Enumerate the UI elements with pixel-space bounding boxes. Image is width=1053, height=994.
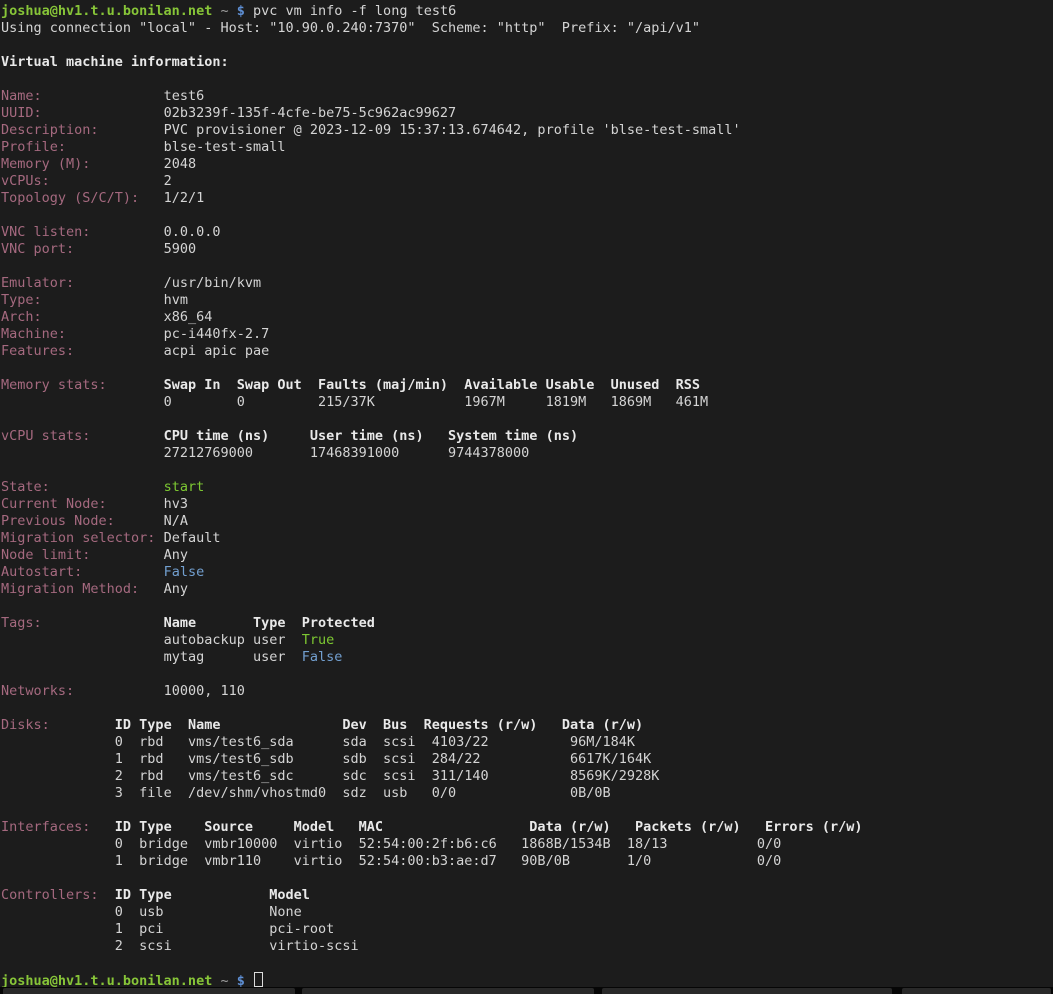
terminal-line (1, 870, 1053, 887)
terminal-line (1, 360, 1053, 377)
terminal-line: Name: test6 (1, 88, 1053, 105)
terminal-line (1, 802, 1053, 819)
taskbar-strip (0, 987, 1053, 994)
terminal-line: Type: hvm (1, 292, 1053, 309)
terminal-line (1, 207, 1053, 224)
terminal-line (1, 411, 1053, 428)
terminal-line: Features: acpi apic pae (1, 343, 1053, 360)
terminal-line (1, 462, 1053, 479)
terminal-line: VNC listen: 0.0.0.0 (1, 224, 1053, 241)
terminal-line (1, 71, 1053, 88)
terminal-line: Interfaces: ID Type Source Model MAC Dat… (1, 819, 1053, 836)
terminal-line: Disks: ID Type Name Dev Bus Requests (r/… (1, 717, 1053, 734)
terminal-line: 0 0 215/37K 1967M 1819M 1869M 461M (1, 394, 1053, 411)
terminal-line: 1 bridge vmbr110 virtio 52:54:00:b3:ae:d… (1, 853, 1053, 870)
terminal-line: 3 file /dev/shm/vhostmd0 sdz usb 0/0 0B/… (1, 785, 1053, 802)
terminal-line: autobackup user True (1, 632, 1053, 649)
taskbar-item[interactable] (902, 988, 1051, 994)
terminal-line: Emulator: /usr/bin/kvm (1, 275, 1053, 292)
terminal-line: Tags: Name Type Protected (1, 615, 1053, 632)
terminal-line: Machine: pc-i440fx-2.7 (1, 326, 1053, 343)
terminal-line: Current Node: hv3 (1, 496, 1053, 513)
terminal-line (1, 37, 1053, 54)
terminal-line: Profile: blse-test-small (1, 139, 1053, 156)
terminal-line: 1 rbd vms/test6_sdb sdb scsi 284/22 6617… (1, 751, 1053, 768)
terminal-line (1, 955, 1053, 972)
terminal-line: joshua@hv1.t.u.bonilan.net ~ $ pvc vm in… (1, 3, 1053, 20)
terminal-line: Migration selector: Default (1, 530, 1053, 547)
terminal-line: Topology (S/C/T): 1/2/1 (1, 190, 1053, 207)
terminal-line: Description: PVC provisioner @ 2023-12-0… (1, 122, 1053, 139)
taskbar-item[interactable] (602, 988, 892, 994)
terminal-line: 2 scsi virtio-scsi (1, 938, 1053, 955)
terminal-line: Virtual machine information: (1, 54, 1053, 71)
terminal-line: 0 usb None (1, 904, 1053, 921)
terminal-line: vCPUs: 2 (1, 173, 1053, 190)
taskbar-item[interactable] (3, 988, 295, 994)
terminal-line (1, 598, 1053, 615)
terminal-line (1, 666, 1053, 683)
terminal-line: vCPU stats: CPU time (ns) User time (ns)… (1, 428, 1053, 445)
terminal-line: 27212769000 17468391000 9744378000 (1, 445, 1053, 462)
terminal-line: State: start (1, 479, 1053, 496)
terminal-line: Node limit: Any (1, 547, 1053, 564)
terminal-line: 0 bridge vmbr10000 virtio 52:54:00:2f:b6… (1, 836, 1053, 853)
taskbar-item[interactable] (302, 988, 594, 994)
terminal-cursor (254, 972, 263, 987)
terminal-line: Networks: 10000, 110 (1, 683, 1053, 700)
terminal-line: Controllers: ID Type Model (1, 887, 1053, 904)
terminal-line: Memory stats: Swap In Swap Out Faults (m… (1, 377, 1053, 394)
terminal-line (1, 258, 1053, 275)
terminal-line: 0 rbd vms/test6_sda sda scsi 4103/22 96M… (1, 734, 1053, 751)
terminal-line: 2 rbd vms/test6_sdc sdc scsi 311/140 856… (1, 768, 1053, 785)
terminal-line: VNC port: 5900 (1, 241, 1053, 258)
terminal-line: Migration Method: Any (1, 581, 1053, 598)
terminal-line: Arch: x86_64 (1, 309, 1053, 326)
terminal-output[interactable]: joshua@hv1.t.u.bonilan.net ~ $ pvc vm in… (0, 0, 1053, 987)
terminal-line: Previous Node: N/A (1, 513, 1053, 530)
terminal-line: mytag user False (1, 649, 1053, 666)
terminal-line: Using connection "local" - Host: "10.90.… (1, 20, 1053, 37)
terminal-line (1, 700, 1053, 717)
terminal-line: UUID: 02b3239f-135f-4cfe-be75-5c962ac996… (1, 105, 1053, 122)
terminal-line: Memory (M): 2048 (1, 156, 1053, 173)
terminal-line: Autostart: False (1, 564, 1053, 581)
terminal-window: joshua@hv1.t.u.bonilan.net ~ $ pvc vm in… (0, 0, 1053, 994)
terminal-line: 1 pci pci-root (1, 921, 1053, 938)
